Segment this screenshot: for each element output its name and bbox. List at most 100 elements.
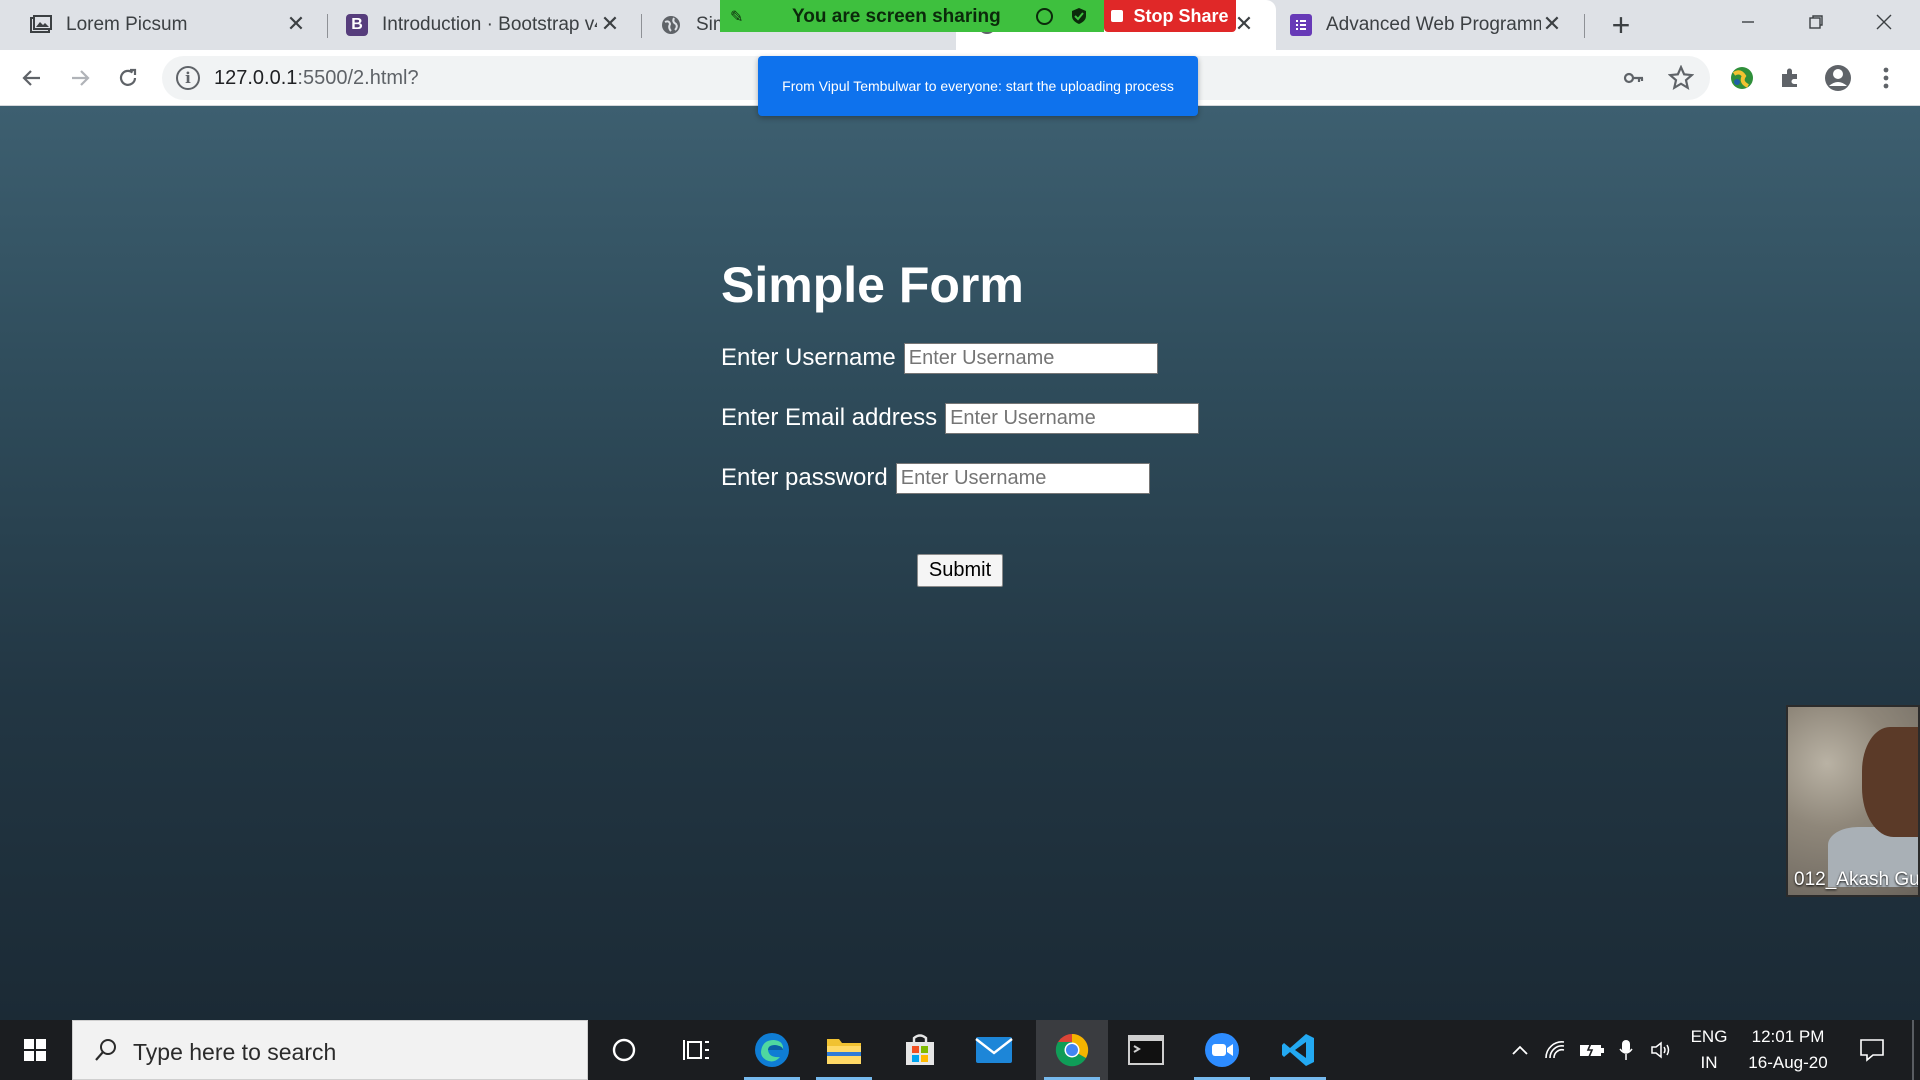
cortana-button[interactable]	[588, 1020, 660, 1080]
clock-date: 16-Aug-20	[1748, 1053, 1828, 1072]
profile-button[interactable]	[1820, 60, 1856, 96]
mail-app[interactable]	[958, 1020, 1030, 1080]
vscode-app[interactable]	[1262, 1020, 1334, 1080]
cortana-circle-icon	[612, 1038, 636, 1062]
minimize-icon	[1742, 21, 1754, 23]
show-desktop-strip[interactable]	[1912, 1020, 1914, 1080]
restore-button[interactable]	[1784, 0, 1848, 44]
volume-button[interactable]	[1646, 1020, 1678, 1080]
password-input[interactable]	[895, 462, 1150, 494]
tab-close-icon[interactable]: ✕	[598, 12, 622, 36]
tab-close-icon[interactable]: ✕	[284, 12, 308, 36]
bookmark-star-icon[interactable]	[1667, 64, 1695, 96]
tab-title: Advanced Web Programmi	[1326, 14, 1541, 35]
participant-video-tile[interactable]: 012_Akash Gup	[1786, 705, 1920, 897]
tab-advanced-web[interactable]: Advanced Web Programmi ✕	[1276, 0, 1582, 50]
search-placeholder: Type here to search	[133, 1039, 337, 1065]
pause-share-icon[interactable]	[1036, 8, 1053, 25]
back-button[interactable]	[14, 60, 50, 96]
tab-divider	[1584, 14, 1585, 38]
edge-icon	[755, 1033, 789, 1067]
mail-envelope-icon	[975, 1037, 1013, 1063]
stop-square-icon	[1111, 10, 1124, 22]
close-icon	[1876, 14, 1892, 30]
store-bag-icon	[906, 1034, 934, 1065]
action-center-button[interactable]	[1852, 1020, 1892, 1080]
document-list-icon	[1290, 14, 1312, 36]
extensions-button[interactable]	[1772, 60, 1808, 96]
key-icon[interactable]	[1622, 66, 1646, 95]
password-label: Enter password	[721, 464, 888, 491]
language-indicator[interactable]: ENG IN	[1684, 1024, 1734, 1076]
share-status-text: You are screen sharing	[792, 6, 1001, 27]
stop-share-button[interactable]: Stop Share	[1104, 0, 1236, 32]
screen-share-bar: ✎ You are screen sharing Stop Share	[720, 0, 1236, 32]
chrome-app[interactable]	[1036, 1020, 1108, 1080]
store-app[interactable]	[884, 1020, 956, 1080]
zoom-camera-icon	[1205, 1033, 1239, 1067]
windows-logo-icon	[24, 1039, 46, 1061]
chrome-icon	[1055, 1033, 1089, 1067]
file-explorer-app[interactable]	[808, 1020, 880, 1080]
more-vertical-icon	[1883, 67, 1889, 89]
extension-globe-button[interactable]	[1724, 60, 1760, 96]
shield-icon[interactable]	[1070, 7, 1088, 25]
restore-icon	[1809, 15, 1823, 29]
tab-lorem-picsum[interactable]: Lorem Picsum ✕	[0, 0, 326, 50]
folder-icon	[827, 1039, 861, 1064]
edge-app[interactable]	[736, 1020, 808, 1080]
submit-button[interactable]: Submit	[917, 554, 1003, 587]
email-label: Enter Email address	[721, 404, 938, 431]
tab-bootstrap[interactable]: B Introduction · Bootstrap v4. ✕	[328, 0, 640, 50]
url-host: 127.0.0.1	[214, 67, 298, 89]
web-page: Simple Form Enter Username Enter Email a…	[0, 106, 1920, 1020]
picture-frame-icon	[30, 14, 52, 36]
menu-button[interactable]	[1868, 60, 1904, 96]
microphone-button[interactable]	[1612, 1020, 1640, 1080]
chat-message: From Vipul Tembulwar to everyone: start …	[782, 78, 1174, 94]
zoom-app[interactable]	[1186, 1020, 1258, 1080]
minimize-button[interactable]	[1716, 0, 1780, 44]
reload-button[interactable]	[110, 60, 146, 96]
clock-time: 12:01 PM	[1751, 1027, 1825, 1046]
email-row: Enter Email address	[721, 388, 1241, 448]
stop-share-label: Stop Share	[1133, 5, 1229, 26]
back-arrow-icon	[22, 70, 40, 86]
forward-button[interactable]	[62, 60, 98, 96]
forward-arrow-icon	[72, 70, 90, 86]
participant-name: 012_Akash Gup	[1794, 869, 1920, 890]
tab-close-icon[interactable]: ✕	[1540, 12, 1564, 36]
show-hidden-icons-button[interactable]	[1506, 1020, 1534, 1080]
form-title: Simple Form	[721, 257, 1024, 313]
task-view-button[interactable]	[660, 1020, 732, 1080]
share-status[interactable]: ✎ You are screen sharing	[720, 0, 1104, 32]
vscode-icon	[1282, 1034, 1314, 1066]
close-window-button[interactable]	[1852, 0, 1916, 44]
password-row: Enter password	[721, 448, 1241, 508]
notification-icon	[1860, 1039, 1884, 1062]
speaker-icon	[1651, 1041, 1670, 1059]
battery-icon	[1580, 1042, 1604, 1058]
start-button[interactable]	[0, 1020, 70, 1080]
pin-icon[interactable]: ✎	[730, 7, 743, 27]
username-input[interactable]	[903, 342, 1158, 374]
bootstrap-b-icon: B	[346, 14, 368, 36]
reload-icon	[119, 68, 137, 86]
simple-form: Simple Form Enter Username Enter Email a…	[721, 256, 1241, 587]
email-input[interactable]	[945, 402, 1200, 434]
taskbar-search[interactable]: Type here to search	[72, 1020, 588, 1080]
wifi-icon	[1545, 1041, 1565, 1059]
url-text: 127.0.0.1:5500/2.html?	[214, 67, 419, 90]
site-info-icon[interactable]: i	[176, 66, 200, 90]
task-view-icon	[683, 1040, 709, 1060]
extension-globe-icon	[1731, 67, 1753, 89]
terminal-app[interactable]	[1110, 1020, 1182, 1080]
chat-notification[interactable]: From Vipul Tembulwar to everyone: start …	[758, 56, 1198, 116]
puzzle-icon	[1782, 68, 1797, 87]
clock[interactable]: 12:01 PM 16-Aug-20	[1738, 1024, 1838, 1076]
new-tab-button[interactable]: +	[1604, 8, 1638, 42]
terminal-icon	[1128, 1035, 1164, 1065]
microphone-icon	[1619, 1040, 1633, 1060]
battery-button[interactable]	[1576, 1020, 1608, 1080]
network-button[interactable]	[1540, 1020, 1572, 1080]
